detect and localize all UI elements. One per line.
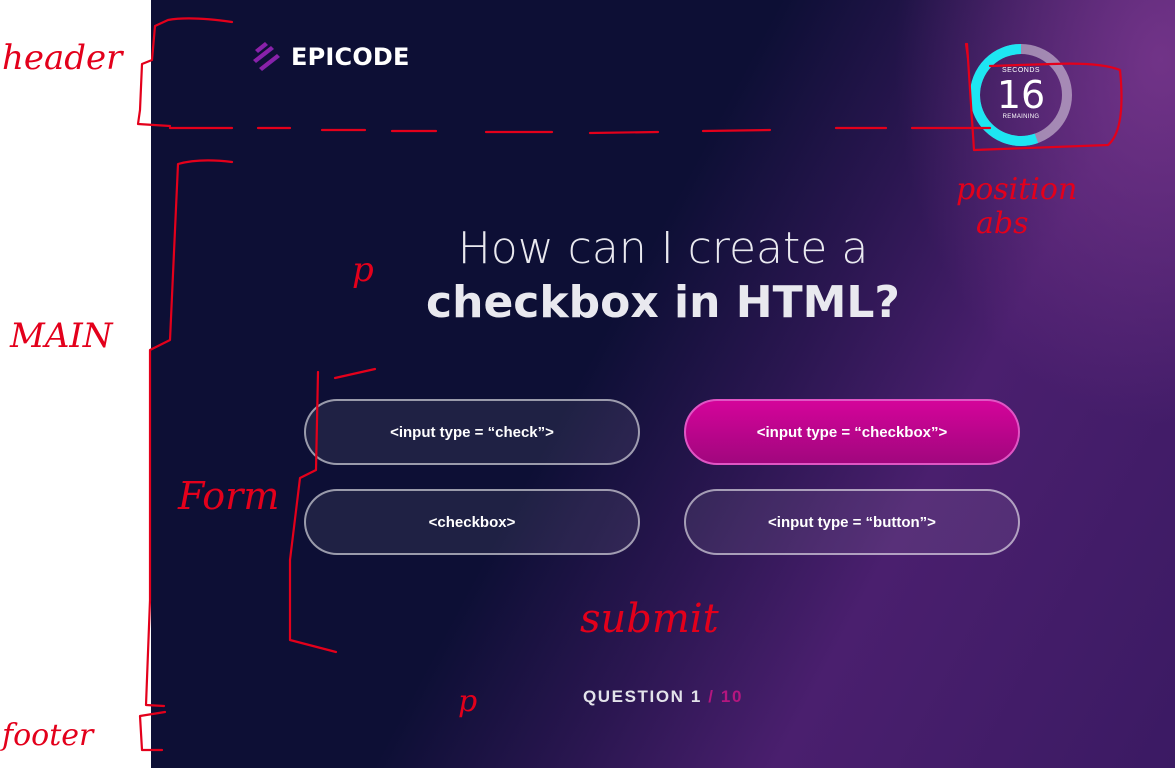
answer-button-4[interactable]: <input type = “button”> <box>684 489 1020 555</box>
answer-button-2-selected[interactable]: <input type = “checkbox”> <box>684 399 1020 465</box>
brand-logo: EPICODE <box>251 40 410 74</box>
annotation-main: MAIN <box>10 316 113 356</box>
question-line-1: How can I create a <box>457 223 869 274</box>
question-text: How can I create a checkbox in HTML? <box>151 222 1175 330</box>
question-current: QUESTION 1 <box>582 687 702 706</box>
answer-button-3[interactable]: <checkbox> <box>304 489 640 555</box>
quiz-screen: EPICODE SECONDS 16 REMAINING How can I c… <box>151 0 1175 768</box>
timer-remaining-label: REMAINING <box>1002 114 1040 120</box>
annotation-footer: footer <box>2 718 94 753</box>
timer-value: 16 <box>996 73 1046 117</box>
annotation-header: header <box>2 38 123 78</box>
question-total: 10 <box>720 687 744 706</box>
answer-button-1[interactable]: <input type = “check”> <box>304 399 640 465</box>
epicode-logo-icon <box>253 42 280 71</box>
countdown-timer: SECONDS 16 REMAINING <box>966 40 1076 150</box>
question-separator: / <box>701 687 721 706</box>
brand-name: EPICODE <box>291 43 410 71</box>
question-line-2: checkbox in HTML? <box>426 277 900 328</box>
question-counter: QUESTION 1 / 10 <box>151 687 1175 707</box>
